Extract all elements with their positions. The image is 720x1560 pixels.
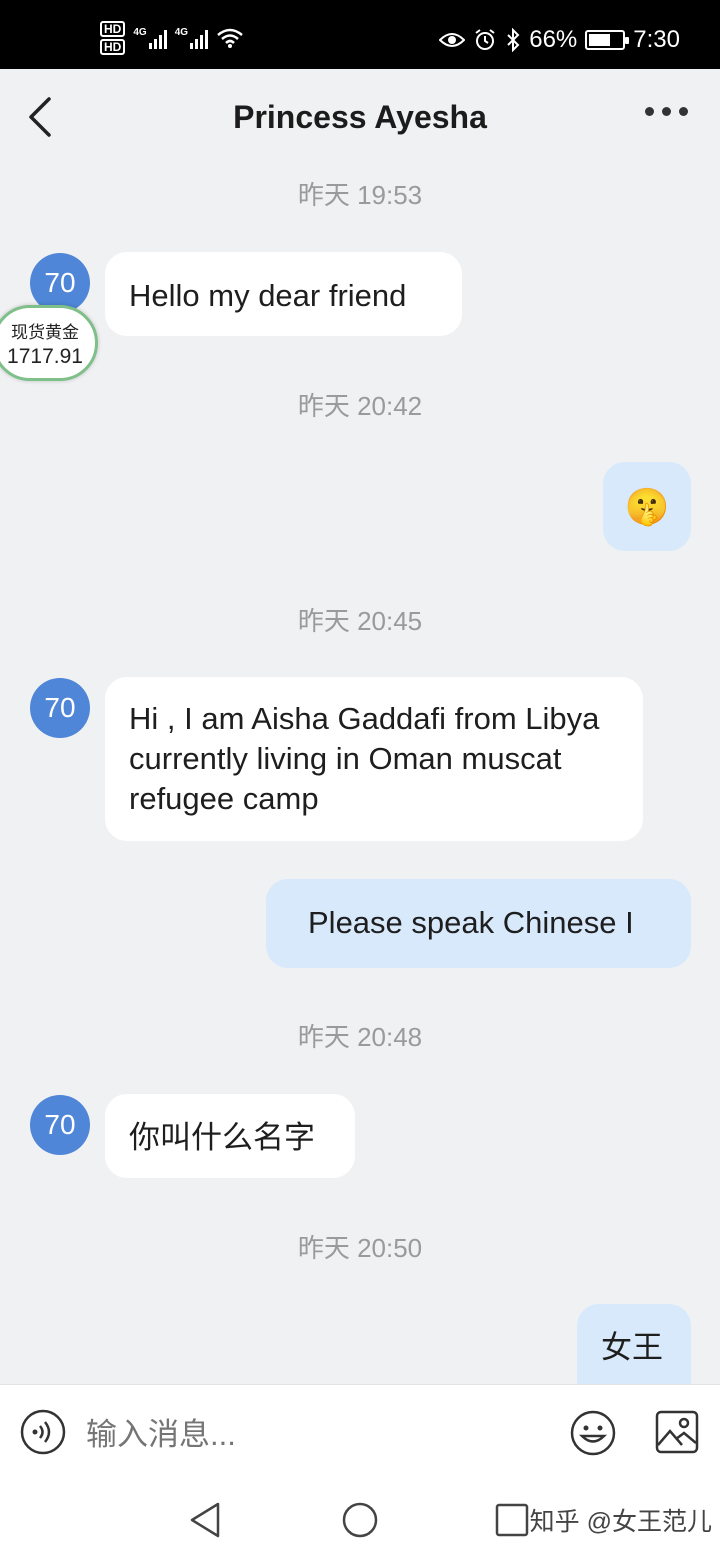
- status-right: 66% 7:30: [439, 26, 680, 54]
- status-bar: HD HD 4G 4G 66% 7:30: [0, 0, 720, 69]
- timestamp: 昨天 20:50: [297, 1233, 423, 1263]
- timestamp: 昨天 20:45: [297, 606, 423, 636]
- received-message[interactable]: Hi , I am Aisha Gaddafi from Libya curre…: [105, 677, 643, 841]
- message-input[interactable]: [86, 1415, 526, 1455]
- avatar[interactable]: 70: [30, 678, 90, 738]
- gold-label: 现货黄金: [11, 322, 79, 342]
- received-message[interactable]: 你叫什么名字: [105, 1094, 355, 1178]
- system-nav-bar: 知乎 @女王范儿: [0, 1484, 720, 1560]
- battery-level: [589, 34, 611, 46]
- timestamp: 昨天 19:53: [297, 180, 423, 210]
- avatar[interactable]: 70: [30, 253, 90, 313]
- sent-message[interactable]: 女王: [577, 1304, 691, 1384]
- signal-icon: 4G: [133, 27, 167, 49]
- more-icon-dot: [662, 107, 671, 116]
- contact-name: Princess Ayesha: [233, 99, 487, 135]
- network-type-2: 4G: [174, 27, 189, 38]
- nav-home-icon[interactable]: [340, 1500, 380, 1540]
- sent-message[interactable]: 🤫: [603, 462, 691, 551]
- received-message[interactable]: Hello my dear friend: [105, 252, 462, 336]
- battery-percent: 66%: [529, 26, 578, 53]
- hd-badge-1: HD: [100, 21, 126, 37]
- timestamp: 昨天 20:42: [297, 391, 423, 421]
- more-icon-dot: [679, 107, 688, 116]
- wifi-icon: [217, 28, 243, 48]
- avatar[interactable]: 70: [30, 1095, 90, 1155]
- status-left: HD HD 4G 4G: [100, 18, 244, 58]
- more-icon-dot: [645, 107, 654, 116]
- more-options-button[interactable]: [645, 107, 688, 116]
- eye-icon: [439, 33, 466, 47]
- nav-recent-apps-icon[interactable]: [494, 1502, 530, 1538]
- shushing-face-emoji: 🤫: [624, 485, 670, 527]
- battery-icon: [585, 30, 630, 50]
- timestamp: 昨天 20:48: [297, 1022, 423, 1052]
- gold-price-widget[interactable]: 现货黄金 1717.91: [0, 305, 98, 381]
- hd-badge-2: HD: [100, 39, 126, 55]
- watermark: 知乎 @女王范儿: [529, 1508, 712, 1536]
- gold-price: 1717.91: [7, 344, 83, 368]
- message-input-bar: [0, 1384, 720, 1484]
- network-type-1: 4G: [133, 27, 147, 38]
- signal-icon-2: 4G: [174, 27, 209, 49]
- chat-header: Princess Ayesha: [0, 69, 720, 167]
- image-icon[interactable]: [654, 1409, 700, 1455]
- clock: 7:30: [633, 26, 680, 53]
- voice-input-icon[interactable]: [20, 1409, 66, 1455]
- alarm-icon: [475, 29, 495, 50]
- sent-message[interactable]: Please speak Chinese I: [266, 879, 691, 968]
- bluetooth-icon: [507, 28, 520, 52]
- emoji-icon[interactable]: [569, 1409, 617, 1457]
- nav-back-icon[interactable]: [186, 1500, 226, 1540]
- hd-indicators: HD HD: [100, 21, 126, 55]
